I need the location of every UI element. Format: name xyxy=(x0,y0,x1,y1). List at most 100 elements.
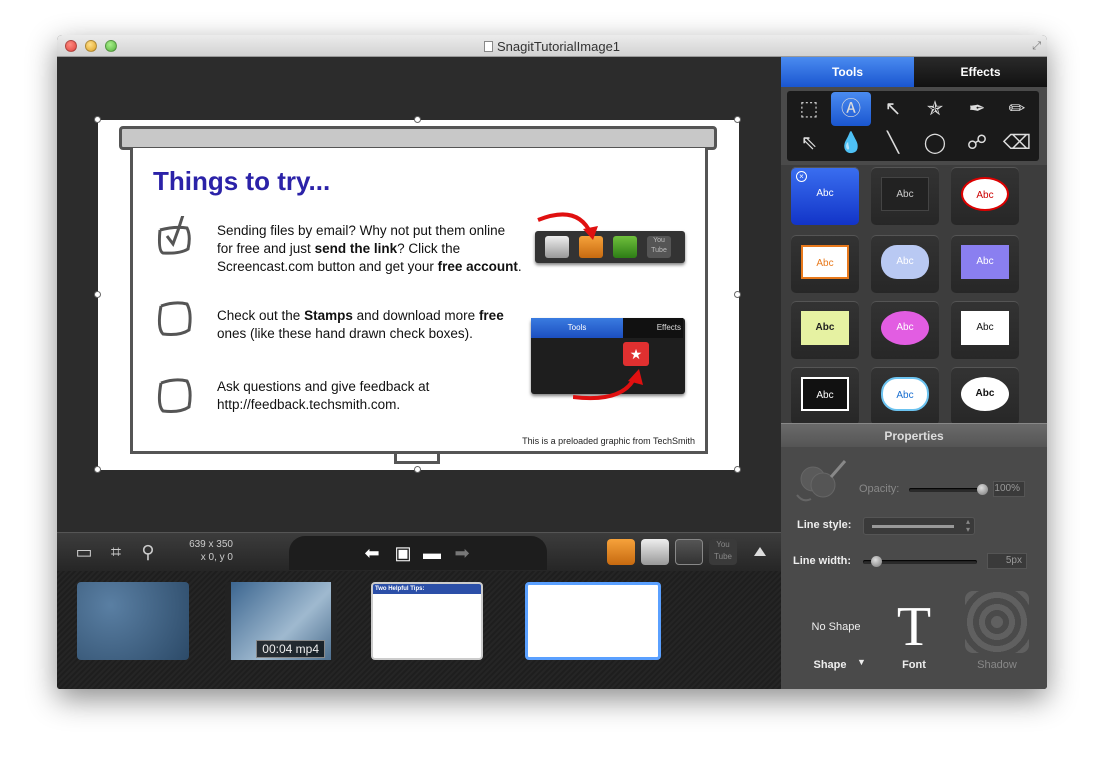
resize-handle[interactable] xyxy=(94,116,101,123)
checkbox-icon xyxy=(157,378,192,413)
resize-handle[interactable] xyxy=(414,116,421,123)
highlighter-tool-icon[interactable]: ✏ xyxy=(997,92,1037,126)
opacity-label: Opacity: xyxy=(859,483,900,495)
library-icon[interactable]: ▣ xyxy=(392,542,414,564)
excel-icon[interactable] xyxy=(675,539,703,565)
mini-tab-effects: Effects xyxy=(623,318,683,338)
excel-icon xyxy=(613,236,637,258)
slide-footer-note: This is a preloaded graphic from TechSmi… xyxy=(522,436,695,446)
selection-tool-icon[interactable]: ⬚ xyxy=(789,92,829,126)
snagit-window: SnagitTutorialImage1 ⤢ Things to try... … xyxy=(57,35,1047,689)
resize-handle[interactable] xyxy=(734,291,741,298)
slide-item-3: Ask questions and give feedback at http:… xyxy=(217,379,430,412)
mini-tab-tools: Tools xyxy=(531,318,623,338)
crop-icon[interactable]: ⌗ xyxy=(105,541,127,563)
style-cell[interactable]: Abc xyxy=(951,235,1019,293)
tray-thumbnail[interactable] xyxy=(77,582,189,660)
style-sample: Abc xyxy=(881,311,929,345)
opacity-slider-knob[interactable] xyxy=(977,484,988,495)
youtube-icon[interactable]: You Tube xyxy=(709,539,737,565)
window-title: SnagitTutorialImage1 xyxy=(57,39,1047,54)
pen-tool-icon[interactable]: ✒ xyxy=(957,92,997,126)
eraser-tool-icon[interactable]: ⌫ xyxy=(997,126,1037,160)
shadow-button[interactable]: Shadow xyxy=(965,659,1029,671)
tray-thumbnail[interactable]: Two Helpful Tips: xyxy=(371,582,483,660)
folder-icon[interactable]: ▬ xyxy=(421,542,443,564)
slide-item-2: Check out the Stamps and download more f… xyxy=(217,308,504,341)
line-style-preview xyxy=(872,525,954,528)
style-cell[interactable]: Abc xyxy=(791,235,859,293)
blur-tool-icon[interactable]: ☍ xyxy=(957,126,997,160)
back-arrow-icon[interactable]: ⬅ xyxy=(361,542,383,564)
forward-arrow-icon[interactable]: ➡ xyxy=(451,542,473,564)
shadow-icon[interactable] xyxy=(965,591,1029,653)
resize-handle[interactable] xyxy=(414,466,421,473)
video-duration-label: 00:04 mp4 xyxy=(256,640,325,658)
move-tool-icon[interactable]: ⇖ xyxy=(789,126,829,160)
opacity-field[interactable]: 100% xyxy=(993,481,1025,497)
style-cell[interactable]: Abc xyxy=(951,301,1019,359)
histogram-icon[interactable]: ▭ xyxy=(73,541,95,563)
style-cell[interactable]: Abc xyxy=(871,167,939,225)
font-glyph[interactable]: T xyxy=(887,597,941,657)
style-cell[interactable]: Abc xyxy=(791,367,859,423)
shape-label: Shape xyxy=(813,659,847,671)
window-title-text: SnagitTutorialImage1 xyxy=(496,39,621,54)
image-canvas[interactable]: Things to try... Sending files by email?… xyxy=(57,57,781,532)
style-cell[interactable]: Abc xyxy=(951,367,1019,423)
callout-tool-icon[interactable]: Ⓐ xyxy=(831,92,871,126)
youtube-icon: You Tube xyxy=(647,236,671,258)
line-style-select[interactable]: ▴ ▾ xyxy=(863,517,975,535)
chevron-down-icon[interactable]: ▼ xyxy=(857,657,866,667)
checkbox-icon xyxy=(157,301,192,336)
tray-thumbnail-selected[interactable] xyxy=(525,582,661,660)
style-sample: Abc xyxy=(881,377,929,411)
slide-image[interactable]: Things to try... Sending files by email?… xyxy=(94,116,741,473)
chevron-updown-icon: ▴ ▾ xyxy=(965,517,970,534)
style-cell[interactable]: Abc xyxy=(871,367,939,423)
tab-tools[interactable]: Tools xyxy=(781,57,914,87)
dimensions-readout: 639 x 350 x 0, y 0 xyxy=(183,538,233,564)
properties-header: Properties xyxy=(781,423,1047,447)
fill-tool-icon[interactable]: 💧 xyxy=(831,126,871,160)
document-icon xyxy=(483,41,493,52)
style-sample: Abc xyxy=(801,311,849,345)
style-sample: Abc xyxy=(881,177,929,211)
projector-screen-roll xyxy=(119,126,717,150)
email-icon[interactable] xyxy=(641,539,669,565)
line-tool-icon[interactable]: ╲ xyxy=(873,126,913,160)
style-cell-selected[interactable]: × Abc xyxy=(791,167,859,225)
bottom-toolbar: ▭ ⌗ ⚲ 639 x 350 x 0, y 0 ⬅ ▣ ▬ ➡ You Tube xyxy=(57,532,781,571)
screencast-icon[interactable] xyxy=(607,539,635,565)
style-sample: Abc xyxy=(816,188,834,199)
style-sample: Abc xyxy=(801,245,849,279)
red-arrow-icon xyxy=(537,212,598,240)
shape-button[interactable]: Shape xyxy=(795,659,865,671)
resize-handle[interactable] xyxy=(94,291,101,298)
tray-thumbnail-video[interactable]: 00:04 mp4 xyxy=(225,582,337,660)
font-button[interactable]: Font xyxy=(881,659,947,671)
tools-grid: ⬚ Ⓐ ↖ ✯ ✒ ✏ ⇖ 💧 ╲ ◯ ☍ ⌫ xyxy=(787,91,1039,161)
tab-effects[interactable]: Effects xyxy=(914,57,1047,87)
slide-title: Things to try... xyxy=(153,166,331,196)
search-icon[interactable]: ⚲ xyxy=(137,541,159,563)
shape-tool-icon[interactable]: ◯ xyxy=(915,126,955,160)
style-cell[interactable]: Abc xyxy=(791,301,859,359)
color-picker-icon[interactable] xyxy=(793,459,849,503)
resize-handle[interactable] xyxy=(734,116,741,123)
arrow-tool-icon[interactable]: ↖ xyxy=(873,92,913,126)
navigation-pill: ⬅ ▣ ▬ ➡ xyxy=(289,536,547,570)
checkbox-checked-icon xyxy=(157,216,191,255)
style-cell[interactable]: Abc xyxy=(871,235,939,293)
opacity-slider[interactable] xyxy=(909,488,987,492)
line-width-field[interactable]: 5px xyxy=(987,553,1027,569)
stamp-tool-icon[interactable]: ✯ xyxy=(915,92,955,126)
line-width-slider-knob[interactable] xyxy=(871,556,882,567)
expand-tray-icon[interactable] xyxy=(754,547,766,556)
style-sample: Abc xyxy=(961,177,1009,211)
style-cell[interactable]: Abc xyxy=(951,167,1019,225)
style-cell[interactable]: Abc xyxy=(871,301,939,359)
fullscreen-icon[interactable]: ⤢ xyxy=(1032,40,1041,53)
resize-handle[interactable] xyxy=(94,466,101,473)
resize-handle[interactable] xyxy=(734,466,741,473)
